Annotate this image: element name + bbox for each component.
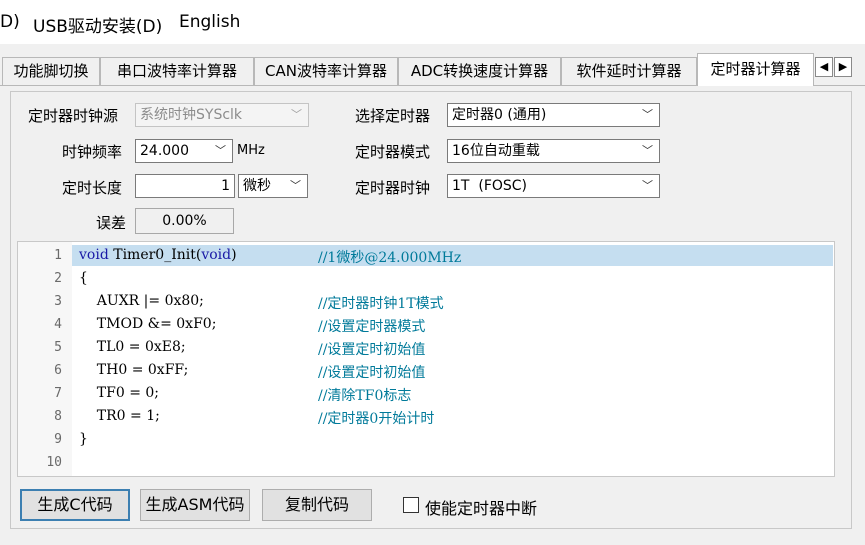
code-comment: //设置定时初始值 [318,342,426,358]
clock-freq-unit: MHz [237,143,265,158]
chevron-down-icon: ﹀ [642,108,653,121]
select-timer-value: 定时器0 (通用) [452,107,547,123]
line-number: 10 [46,455,62,470]
enable-timer-interrupt-checkbox[interactable] [403,497,419,513]
code-line: AUXR |= 0x80; [79,293,204,309]
code-line: { [79,270,88,286]
menu-item-usb-driver[interactable]: USB驱动安装(D) [33,12,162,37]
tab-uart-baud[interactable]: 串口波特率计算器 [100,57,254,85]
code-keyword: void [201,247,232,263]
timer-mode-label: 定时器模式 [355,143,431,161]
code-comment: //定时器时钟1T模式 [318,296,444,312]
code-text: ) [231,247,237,263]
timer-clock-select[interactable]: 1T (FOSC) ﹀ [447,174,660,198]
duration-input[interactable]: 1 [135,174,235,198]
chevron-left-icon: ◀ [819,60,829,73]
code-text: Timer0_Init( [108,247,202,263]
duration-label: 定时长度 [62,179,123,197]
select-timer-select[interactable]: 定时器0 (通用) ﹀ [447,103,660,127]
line-number: 3 [54,294,62,309]
error-label: 误差 [96,214,127,232]
clock-freq-label: 时钟频率 [62,143,123,161]
line-number: 4 [54,317,62,332]
chevron-right-icon: ▶ [838,60,848,73]
tab-pin-switch[interactable]: 功能脚切换 [2,57,100,85]
timer-clock-value: 1T (FOSC) [452,178,528,194]
clock-source-label: 定时器时钟源 [28,107,119,125]
timer-mode-select[interactable]: 16位自动重载 ﹀ [447,139,660,163]
line-number: 7 [54,386,62,401]
line-number: 6 [54,363,62,378]
code-line: TMOD &= 0xF0; [79,316,217,332]
duration-unit-value: 微秒 [243,178,271,194]
code-comment: //设置定时器模式 [318,319,426,335]
timer-clock-label: 定时器时钟 [355,179,431,197]
copy-code-button[interactable]: 复制代码 [262,489,372,521]
generate-asm-code-button[interactable]: 生成ASM代码 [140,489,250,521]
tab-software-delay[interactable]: 软件延时计算器 [561,57,697,85]
chevron-down-icon: ﹀ [642,179,653,192]
tab-timer-calculator[interactable]: 定时器计算器 [697,53,814,86]
line-number: 1 [54,248,62,263]
chevron-down-icon: ﹀ [291,108,302,121]
tab-scroll-left-button[interactable]: ◀ [815,57,833,77]
line-number: 2 [54,271,62,286]
line-number: 9 [54,432,62,447]
error-value: 0.00% [135,208,234,234]
code-comment: //定时器0开始计时 [318,411,435,427]
enable-timer-interrupt-label[interactable]: 使能定时器中断 [425,495,537,519]
tab-can-baud[interactable]: CAN波特率计算器 [254,57,398,85]
timer-mode-value: 16位自动重载 [452,143,540,159]
select-timer-label: 选择定时器 [355,107,431,125]
code-line: } [79,431,88,447]
code-comment: //清除TF0标志 [318,388,412,404]
chevron-down-icon: ﹀ [642,144,653,157]
clock-freq-value: 24.000 [140,143,189,159]
code-line: void Timer0_Init(void) [79,247,237,263]
chevron-down-icon: ﹀ [290,179,301,192]
code-line: TH0 = 0xFF; [79,362,189,378]
menu-item-partial[interactable]: D) [0,12,20,32]
line-number: 8 [54,409,62,424]
code-line: TF0 = 0; [79,385,160,401]
code-comment: //1微秒@24.000MHz [318,250,462,266]
code-line: TR0 = 1; [79,408,160,424]
clock-freq-select[interactable]: 24.000 ﹀ [135,139,233,163]
line-number: 5 [54,340,62,355]
generate-c-code-button[interactable]: 生成C代码 [20,489,130,521]
code-editor[interactable] [17,241,835,477]
clock-source-value: 系统时钟SYSclk [140,107,243,123]
chevron-down-icon: ﹀ [215,144,226,157]
menu-item-english[interactable]: English [179,12,240,32]
code-keyword: void [79,247,109,263]
tab-adc-speed[interactable]: ADC转换速度计算器 [398,57,561,85]
code-comment: //设置定时初始值 [318,365,426,381]
tab-scroll-right-button[interactable]: ▶ [834,57,852,77]
clock-source-select: 系统时钟SYSclk ﹀ [135,103,309,127]
code-line: TL0 = 0xE8; [79,339,186,355]
duration-unit-select[interactable]: 微秒 ﹀ [238,174,308,198]
